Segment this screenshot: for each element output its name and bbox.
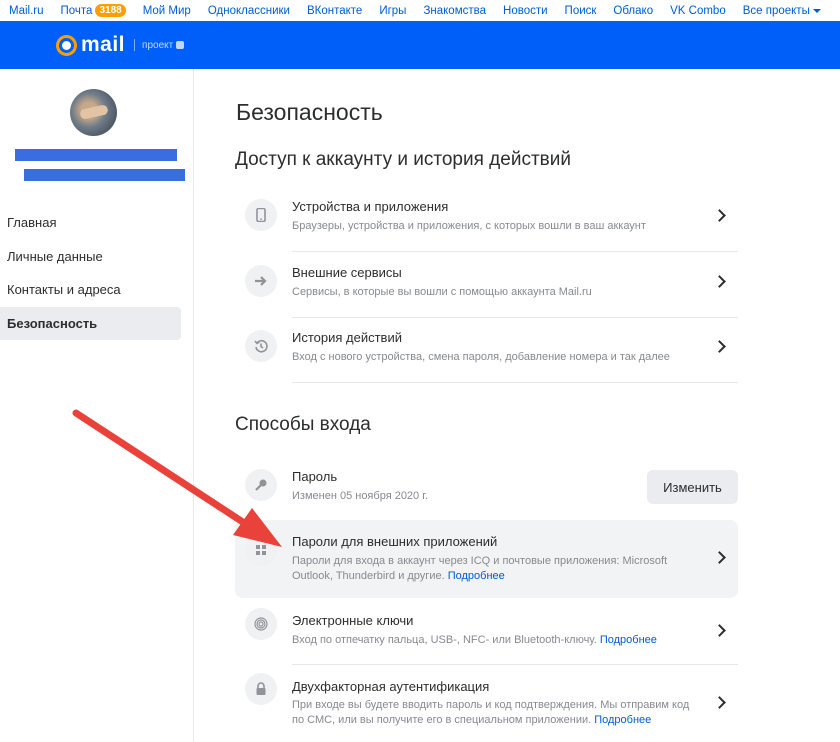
avatar-image <box>79 104 109 120</box>
row-external-services-sub: Сервисы, в которые вы вошли с помощью ак… <box>292 286 592 298</box>
sidebar-nav: Главная Личные данные Контакты и адреса … <box>0 206 181 340</box>
all-projects-label: Все проекты <box>742 4 810 17</box>
redacted-email <box>24 169 185 181</box>
logo-text: mail <box>81 33 126 56</box>
sidebar-item-security[interactable]: Безопасность <box>0 306 181 340</box>
at-logo-icon <box>56 34 77 56</box>
row-app-passwords-title: Пароли для внешних приложений <box>292 534 498 549</box>
lock-icon <box>245 673 277 705</box>
row-external-services-title: Внешние сервисы <box>292 265 402 280</box>
divider <box>292 251 738 252</box>
portal-bar: Mail.ru Почта 3188 Мой Мир Одноклассники … <box>0 0 840 21</box>
row-history-sub: Вход с нового устройства, смена пароля, … <box>292 351 670 363</box>
chevron-down-icon <box>812 8 821 13</box>
row-two-factor-title: Двухфакторная аутентификация <box>292 679 490 694</box>
row-electronic-keys-text: Вход по отпечатку пальца, USB-, NFC- или… <box>292 634 597 646</box>
sidebar-item-main[interactable]: Главная <box>0 206 181 240</box>
section-title-login: Способы входа <box>235 414 371 435</box>
chevron-right-icon <box>713 275 726 288</box>
learn-more-link[interactable]: Подробнее <box>600 634 657 646</box>
portal-link-vkcombo[interactable]: VK Combo <box>670 5 726 17</box>
row-two-factor[interactable]: Двухфакторная аутентификация При входе в… <box>235 665 738 742</box>
row-history-title: История действий <box>292 330 402 345</box>
divider <box>292 382 738 383</box>
row-password-sub: Изменен 05 ноября 2020 г. <box>292 490 428 502</box>
portal-link-vk[interactable]: ВКонтакте <box>307 5 362 17</box>
apps-icon <box>245 534 277 566</box>
sidebar-item-contacts[interactable]: Контакты и адреса <box>0 273 181 307</box>
header: mail проект <box>0 21 840 69</box>
portal-link-dating[interactable]: Знакомства <box>423 5 486 17</box>
page-title: Безопасность <box>236 99 383 125</box>
avatar[interactable] <box>70 89 117 136</box>
arrow-right-icon <box>245 265 277 297</box>
portal-link-mail-label: Почта <box>60 4 93 17</box>
sidebar: Главная Личные данные Контакты и адреса … <box>0 69 194 742</box>
portal-link-search[interactable]: Поиск <box>565 5 597 17</box>
row-password: Пароль Изменен 05 ноября 2020 г. Изменит… <box>235 457 738 522</box>
portal-link-all-projects[interactable]: Все проекты <box>743 5 821 17</box>
chevron-right-icon <box>713 209 726 222</box>
row-app-passwords-sub: Пароли для входа в аккаунт через ICQ и п… <box>292 554 682 584</box>
chevron-right-icon <box>713 696 726 709</box>
logo-divider <box>134 39 136 51</box>
row-devices-sub: Браузеры, устройства и приложения, с кот… <box>292 220 646 232</box>
section-title-access: Доступ к аккаунту и история действий <box>235 149 571 170</box>
sidebar-item-personal[interactable]: Личные данные <box>0 240 181 274</box>
row-devices[interactable]: Устройства и приложения Браузеры, устрой… <box>235 187 738 252</box>
vk-project-icon <box>176 41 185 49</box>
row-electronic-keys-sub: Вход по отпечатку пальца, USB-, NFC- или… <box>292 633 722 648</box>
row-external-services[interactable]: Внешние сервисы Сервисы, в которые вы во… <box>235 253 738 318</box>
row-two-factor-sub: При входе вы будете вводить пароль и код… <box>292 698 702 728</box>
redacted-username <box>15 149 177 161</box>
learn-more-link[interactable]: Подробнее <box>448 570 505 582</box>
learn-more-link[interactable]: Подробнее <box>594 714 651 726</box>
row-password-title: Пароль <box>292 469 338 484</box>
key-icon <box>245 469 277 501</box>
portal-link-ok[interactable]: Одноклассники <box>208 5 290 17</box>
fingerprint-icon <box>245 608 277 640</box>
portal-link-games[interactable]: Игры <box>379 5 406 17</box>
chevron-right-icon <box>713 340 726 353</box>
history-icon <box>245 330 277 362</box>
portal-link-myworld[interactable]: Мой Мир <box>143 5 191 17</box>
unread-badge: 3188 <box>95 4 126 17</box>
phone-icon <box>245 199 277 231</box>
portal-link-mail[interactable]: Почта 3188 <box>61 4 126 17</box>
mail-logo[interactable]: mail проект <box>56 33 185 57</box>
row-devices-title: Устройства и приложения <box>292 199 449 214</box>
row-history[interactable]: История действий Вход с нового устройств… <box>235 318 738 383</box>
change-password-button[interactable]: Изменить <box>647 470 738 504</box>
row-app-passwords[interactable]: Пароли для внешних приложений Пароли для… <box>235 520 738 598</box>
portal-link-news[interactable]: Новости <box>503 5 548 17</box>
project-label: проект <box>142 39 174 51</box>
row-electronic-keys-title: Электронные ключи <box>292 613 414 628</box>
portal-link-mailru[interactable]: Mail.ru <box>9 5 44 17</box>
chevron-right-icon <box>713 551 726 564</box>
row-electronic-keys[interactable]: Электронные ключи Вход по отпечатку паль… <box>235 600 738 665</box>
portal-link-cloud[interactable]: Облако <box>613 5 653 17</box>
